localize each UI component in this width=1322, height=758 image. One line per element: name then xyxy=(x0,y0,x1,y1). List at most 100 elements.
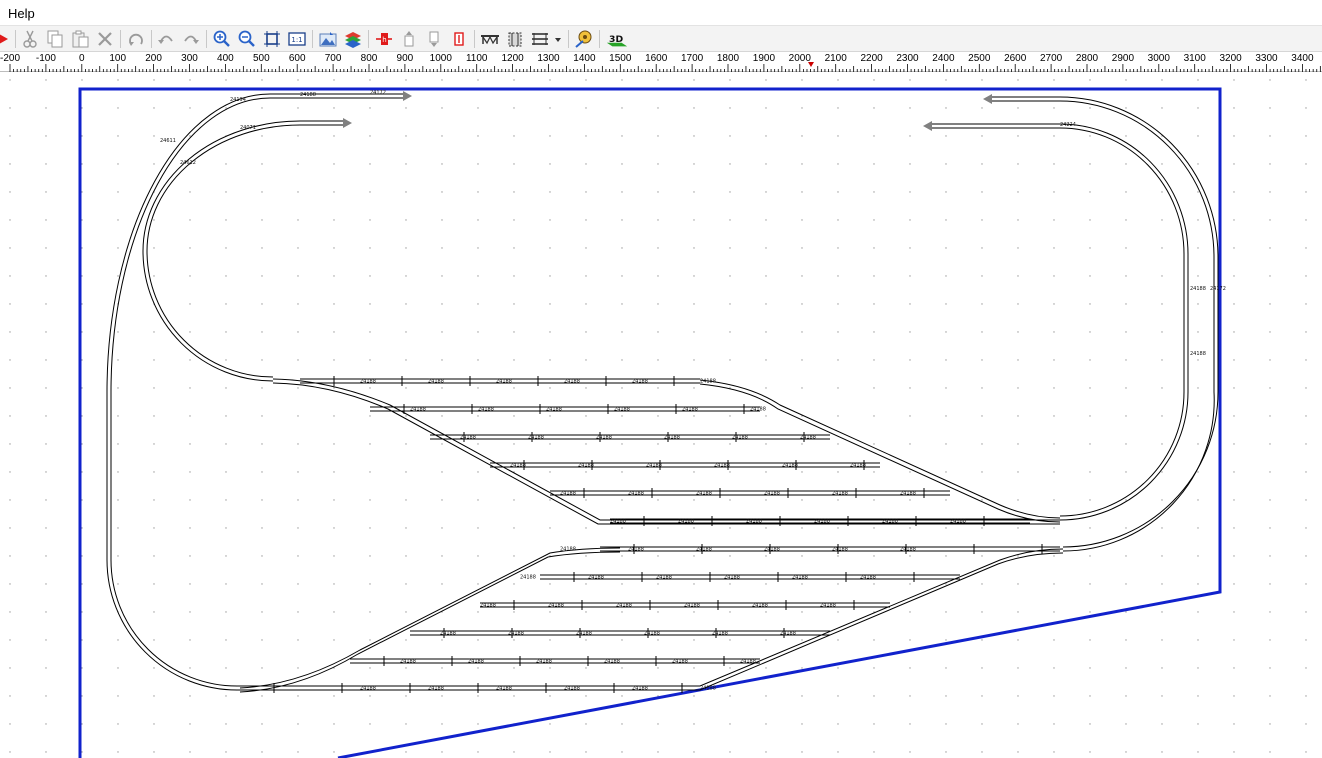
height-red-icon[interactable]: h xyxy=(373,28,395,50)
grid-dot xyxy=(1269,303,1271,305)
grid-dot xyxy=(909,387,911,389)
grid-dot xyxy=(45,415,47,417)
paste-icon[interactable] xyxy=(69,28,91,50)
grid-dot xyxy=(441,219,443,221)
grid-dot xyxy=(1017,751,1019,753)
tunnel-icon[interactable] xyxy=(504,28,526,50)
grid-dot xyxy=(585,135,587,137)
track-label: 24188 xyxy=(428,686,444,692)
grid-dot xyxy=(1233,695,1235,697)
grid-dot xyxy=(9,359,11,361)
grid-dot xyxy=(117,387,119,389)
background-image-icon[interactable] xyxy=(317,28,339,50)
redo-icon[interactable] xyxy=(180,28,202,50)
grid-dot xyxy=(261,555,263,557)
grid-dot xyxy=(405,695,407,697)
track-network[interactable] xyxy=(106,93,1219,693)
grid-dot xyxy=(1233,443,1235,445)
height-down-icon[interactable] xyxy=(423,28,445,50)
grid-dot xyxy=(117,191,119,193)
grid-dot xyxy=(153,667,155,669)
grid-dot xyxy=(909,331,911,333)
measure-icon[interactable] xyxy=(573,28,595,50)
grid-dot xyxy=(981,135,983,137)
bridge-icon[interactable] xyxy=(479,28,501,50)
grid-dot xyxy=(585,163,587,165)
grid-dot xyxy=(333,79,335,81)
track-plan-drawing[interactable]: 24188 24172 24194 24071 24611 24612 24224 24188… xyxy=(0,73,1322,758)
grid-dot xyxy=(801,499,803,501)
grid-dot xyxy=(1161,443,1163,445)
height-clear-icon[interactable] xyxy=(448,28,470,50)
grid-dot xyxy=(837,555,839,557)
grid-dot xyxy=(1089,443,1091,445)
track-options-icon[interactable] xyxy=(529,28,551,50)
grid-dot xyxy=(1197,527,1199,529)
ruler-label: 1600 xyxy=(645,53,668,64)
grid-dot xyxy=(297,303,299,305)
undo-icon[interactable] xyxy=(155,28,177,50)
grid-dot xyxy=(837,695,839,697)
grid-dot xyxy=(549,275,551,277)
menu-help[interactable]: Help xyxy=(8,6,35,21)
layout-boundary[interactable] xyxy=(78,87,1222,758)
grid-dot xyxy=(369,219,371,221)
copy-icon[interactable] xyxy=(44,28,66,50)
grid-dot xyxy=(189,583,191,585)
grid-dot xyxy=(1305,415,1307,417)
dropdown-arrow-icon[interactable] xyxy=(551,28,565,50)
run-icon[interactable] xyxy=(0,28,14,50)
ruler-label: 1900 xyxy=(753,53,776,64)
grid-dot xyxy=(1053,191,1055,193)
layout-canvas[interactable]: 24188 24172 24194 24071 24611 24612 24224 24188… xyxy=(0,73,1322,758)
grid-dot xyxy=(1233,639,1235,641)
grid-dot xyxy=(189,527,191,529)
grid-dot xyxy=(9,387,11,389)
grid-dot xyxy=(1305,191,1307,193)
grid-dot xyxy=(981,191,983,193)
fit-icon[interactable] xyxy=(261,28,283,50)
rotate-icon[interactable] xyxy=(125,28,147,50)
grid-dot xyxy=(369,471,371,473)
grid-dot xyxy=(333,527,335,529)
delete-icon[interactable] xyxy=(94,28,116,50)
grid-dot xyxy=(1233,723,1235,725)
menu-bar: Help xyxy=(0,0,1322,26)
grid-dot xyxy=(1233,583,1235,585)
grid-dot xyxy=(657,443,659,445)
grid-dot xyxy=(1161,611,1163,613)
cut-icon[interactable] xyxy=(19,28,41,50)
height-up-icon[interactable] xyxy=(398,28,420,50)
ruler-label: 600 xyxy=(289,53,306,64)
grid-dot xyxy=(621,191,623,193)
grid-dot xyxy=(1125,723,1127,725)
grid-dot xyxy=(801,191,803,193)
track-label: 24188 xyxy=(820,603,836,609)
grid-dot xyxy=(1197,359,1199,361)
grid-dot xyxy=(261,751,263,753)
grid-dot xyxy=(1197,135,1199,137)
grid-dot xyxy=(837,303,839,305)
track-label: 24188 xyxy=(646,463,662,469)
grid-dot xyxy=(333,471,335,473)
grid-dot xyxy=(765,331,767,333)
zoom-out-icon[interactable] xyxy=(236,28,258,50)
zoom-1to1-icon[interactable]: 1:1 xyxy=(286,28,308,50)
grid-dot xyxy=(189,443,191,445)
grid-dot xyxy=(189,555,191,557)
grid-dot xyxy=(585,611,587,613)
zoom-in-icon[interactable] xyxy=(211,28,233,50)
grid-dot xyxy=(153,695,155,697)
grid-dot xyxy=(1305,219,1307,221)
grid-dot xyxy=(801,555,803,557)
grid-dot xyxy=(1269,723,1271,725)
zoom-1to1-label: 1:1 xyxy=(291,36,302,44)
layers-icon[interactable] xyxy=(342,28,364,50)
grid-dot xyxy=(45,303,47,305)
grid-dot xyxy=(693,723,695,725)
3d-view-icon[interactable]: 3D xyxy=(604,28,630,50)
grid-dot xyxy=(297,359,299,361)
grid-dot xyxy=(189,79,191,81)
grid-dot xyxy=(981,527,983,529)
grid-dot xyxy=(585,723,587,725)
